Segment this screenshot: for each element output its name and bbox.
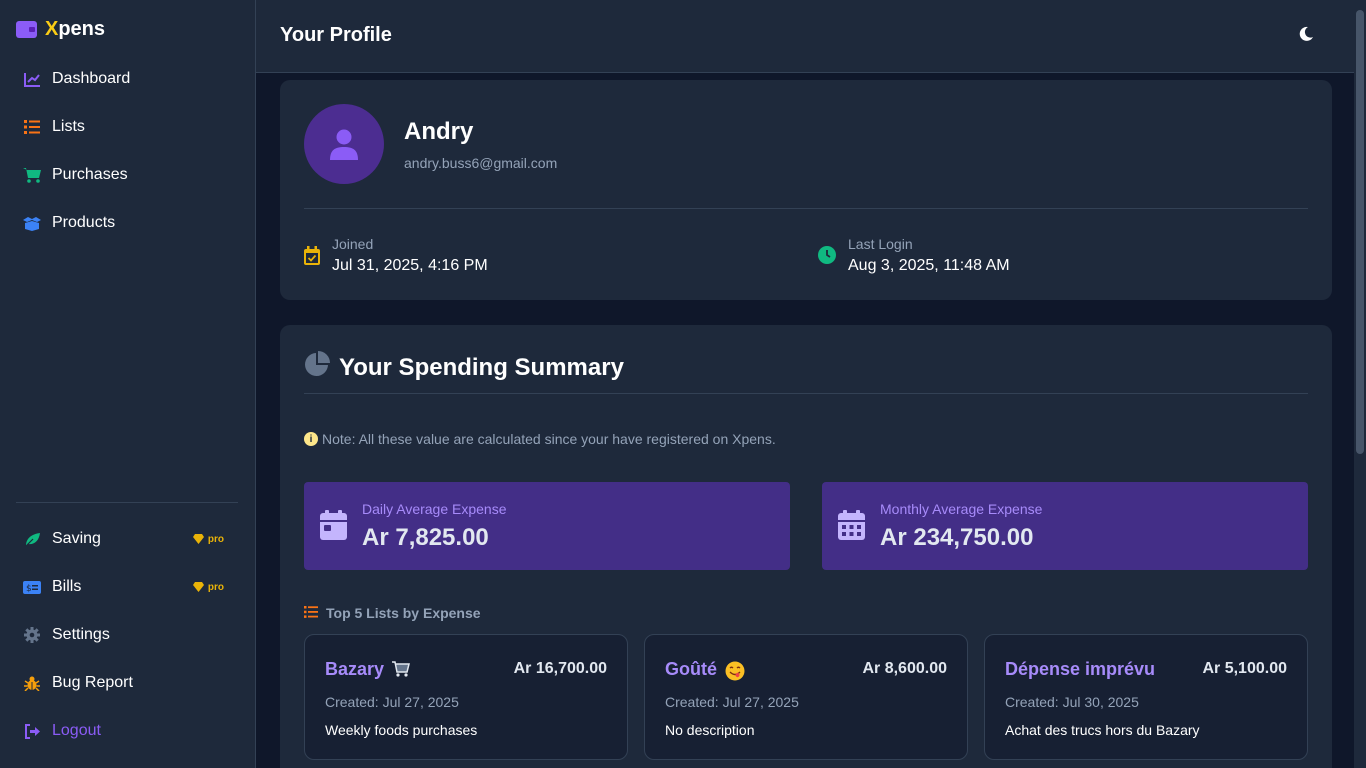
sidebar-divider [16,502,238,503]
sidebar-item-label: Products [52,214,116,231]
spending-summary-card: Your Spending Summary i Note: All these … [280,325,1332,768]
list-created: Created: Jul 30, 2025 [1005,694,1139,710]
joined-info: Joined Jul 31, 2025, 4:16 PM [304,236,488,275]
sidebar-item-dashboard[interactable]: Dashboard [22,67,232,91]
sidebar-item-label: Bills [52,578,82,595]
list-card-bazary[interactable]: Bazary Ar 16,700.00 Created: Jul 27, 202… [304,634,628,760]
sidebar-item-label: Saving [52,530,101,547]
info-icon: i [304,432,318,446]
gem-icon [192,582,204,592]
sidebar-item-label: Lists [52,118,85,135]
avatar [304,104,384,184]
pro-badge: pro [192,582,224,593]
list-name: Bazary [325,659,411,680]
top-lists-title: Top 5 Lists by Expense [304,605,481,621]
chart-line-icon [22,72,42,87]
sidebar-item-saving[interactable]: Saving pro [22,527,232,551]
list-description: Achat des trucs hors du Bazary [1005,722,1200,738]
last-login-label: Last Login [848,236,913,252]
joined-label: Joined [332,236,374,252]
sidebar: Xpens Dashboard Lists Purchases Products… [0,0,256,768]
summary-divider [304,393,1308,394]
wallet-icon [16,21,37,38]
sidebar-item-settings[interactable]: Settings [22,623,232,647]
daily-average-stat: Daily Average Expense Ar 7,825.00 [304,482,790,570]
bug-icon [22,675,42,691]
page-title: Your Profile [280,24,392,46]
list-icon [22,120,42,134]
list-description: Weekly foods purchases [325,722,478,738]
monthly-average-label: Monthly Average Expense [880,501,1043,517]
list-created: Created: Jul 27, 2025 [325,694,459,710]
pie-chart-icon [304,351,331,384]
sidebar-item-label: Settings [52,626,110,643]
profile-divider [304,208,1308,209]
profile-email: andry.buss6@gmail.com [404,155,558,171]
sidebar-item-label: Logout [52,722,101,739]
daily-average-label: Daily Average Expense [362,501,507,517]
sidebar-item-label: Dashboard [52,70,131,87]
list-name: Dépense imprévu [1005,659,1156,679]
list-card-goute[interactable]: Goûté Ar 8,600.00 Created: Jul 27, 2025 … [644,634,968,760]
yum-emoji [725,661,745,680]
moon-icon[interactable] [1298,26,1314,42]
profile-name: Andry [404,118,474,145]
user-icon [330,129,358,160]
list-created: Created: Jul 27, 2025 [665,694,799,710]
monthly-average-value: Ar 234,750.00 [880,524,1034,551]
calendar-check-icon [304,246,320,270]
calendar-icon [320,510,347,545]
sidebar-item-label: Purchases [52,166,128,183]
cart-emoji [392,660,411,679]
sidebar-item-label: Bug Report [52,674,133,691]
monthly-average-stat: Monthly Average Expense Ar 234,750.00 [822,482,1308,570]
sidebar-item-logout[interactable]: Logout [22,719,232,743]
leaf-icon [22,532,42,547]
bill-icon: $ [22,580,42,594]
top-header: Your Profile [256,0,1354,73]
boxes-icon [22,216,42,231]
last-login-info: Last Login Aug 3, 2025, 11:48 AM [818,236,1010,275]
sidebar-item-bills[interactable]: $ Bills pro [22,575,232,599]
svg-text:$: $ [26,584,32,594]
brand-logo[interactable]: Xpens [16,18,105,41]
joined-value: Jul 31, 2025, 4:16 PM [332,257,488,274]
list-amount: Ar 5,100.00 [1202,660,1287,677]
list-name: Goûté [665,659,745,680]
sidebar-item-products[interactable]: Products [22,211,232,235]
list-amount: Ar 8,600.00 [862,660,947,677]
brand-name: Xpens [45,18,106,40]
list-amount: Ar 16,700.00 [513,660,607,677]
page-scrollbar[interactable] [1354,0,1366,768]
summary-note: i Note: All these value are calculated s… [304,431,776,447]
list-icon [304,605,318,621]
pro-badge: pro [192,534,224,545]
list-card-depense-imprevu[interactable]: Dépense imprévu Ar 5,100.00 Created: Jul… [984,634,1308,760]
last-login-value: Aug 3, 2025, 11:48 AM [848,257,1010,274]
clock-icon [818,246,836,269]
calendar-grid-icon [838,510,865,545]
gear-icon [22,627,42,643]
list-description: No description [665,722,755,738]
profile-card: Andry andry.buss6@gmail.com Joined Jul 3… [280,80,1332,300]
sidebar-item-bug-report[interactable]: Bug Report [22,671,232,695]
scrollbar-thumb[interactable] [1356,10,1364,454]
sidebar-item-lists[interactable]: Lists [22,115,232,139]
cart-icon [22,167,42,183]
logout-icon [22,723,42,739]
sidebar-item-purchases[interactable]: Purchases [22,163,232,187]
gem-icon [192,534,204,544]
daily-average-value: Ar 7,825.00 [362,524,489,551]
summary-title: Your Spending Summary [304,351,624,384]
